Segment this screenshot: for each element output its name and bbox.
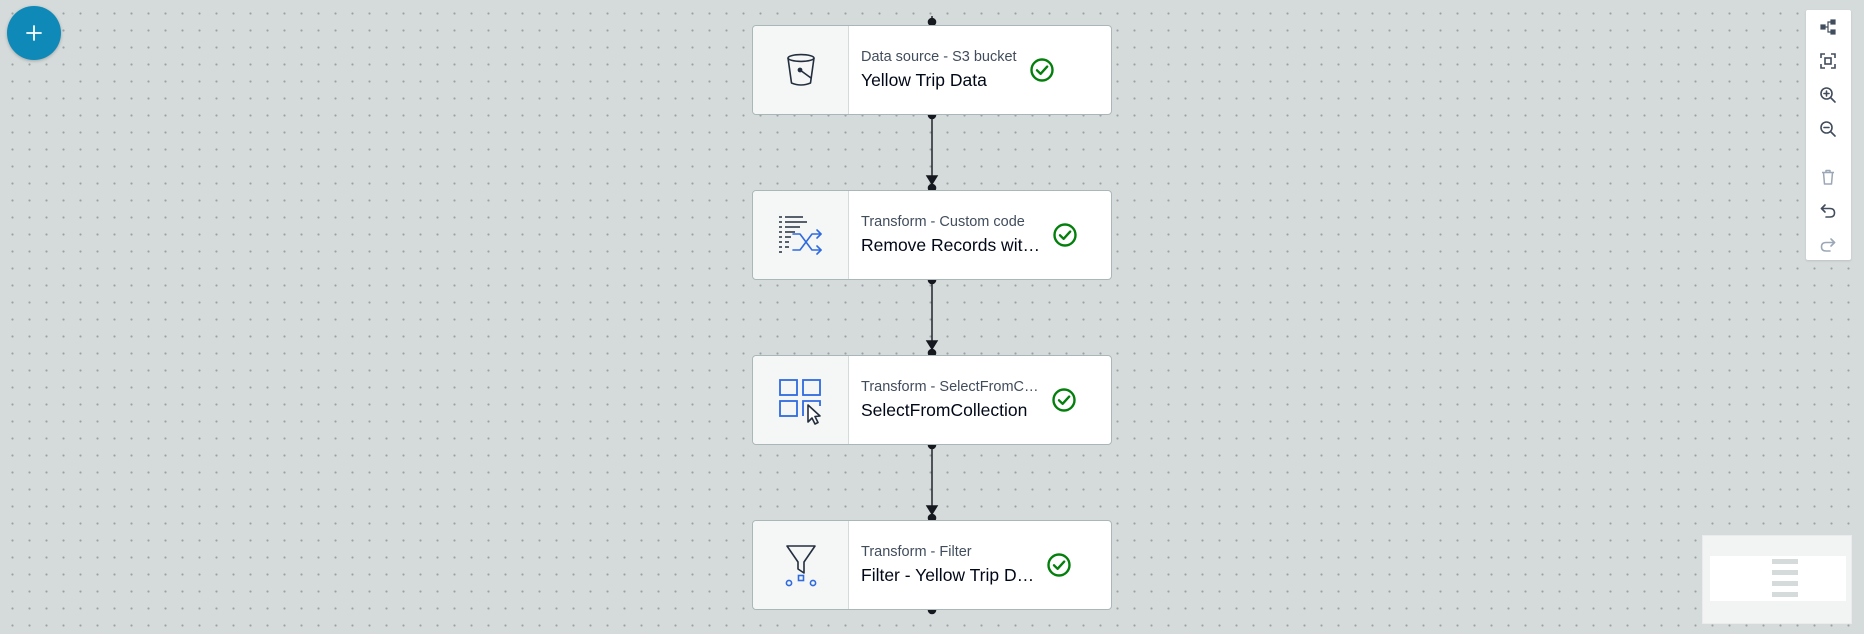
zoom-in-button[interactable] (1817, 84, 1839, 106)
node-type-label: Transform - Filter (861, 544, 972, 560)
zoom-out-button[interactable] (1817, 118, 1839, 140)
bucket-icon (786, 53, 815, 86)
delete-icon (1822, 169, 1834, 185)
fit-view-icon (1820, 53, 1836, 69)
zoom-in-icon (1820, 87, 1836, 103)
minimap-node (1772, 581, 1798, 586)
canvas-toolbar (1806, 10, 1851, 260)
minimap-node (1772, 592, 1798, 597)
fit-view-button[interactable] (1817, 50, 1839, 72)
zoom-out-icon (1820, 121, 1836, 137)
undo-button[interactable] (1817, 200, 1839, 222)
success-status-icon (1047, 553, 1071, 577)
filter-icon (785, 545, 816, 587)
custom-code-icon (778, 216, 822, 255)
node-icon-panel (753, 26, 849, 114)
success-status-icon (1051, 388, 1076, 412)
connector-arrow (925, 340, 939, 351)
select-from-collection-icon (778, 379, 821, 425)
minimap-node (1772, 559, 1798, 564)
undo-icon (1820, 204, 1836, 218)
layout-button[interactable] (1817, 16, 1839, 38)
node-icon-panel (753, 521, 849, 609)
node-name: Yellow Trip Data (861, 70, 987, 90)
add-node-button[interactable] (7, 6, 61, 60)
redo-button[interactable] (1817, 234, 1839, 256)
node-icon-panel (753, 191, 849, 279)
minimap-node (1772, 570, 1798, 575)
layout-icon (1820, 19, 1836, 35)
canvas-minimap[interactable] (1702, 535, 1852, 624)
node-name: SelectFromCollection (861, 400, 1028, 420)
redo-icon (1820, 238, 1836, 252)
node-name: Remove Records wit… (861, 235, 1040, 255)
node-filter-transform[interactable]: Transform - Filter Filter - Yellow Trip … (752, 520, 1112, 610)
node-select-from-collection-transform[interactable]: Transform - SelectFromC… SelectFromColle… (752, 355, 1112, 445)
node-icon-panel (753, 356, 849, 444)
node-type-label: Transform - SelectFromC… (861, 379, 1039, 395)
connector-arrow (925, 175, 939, 186)
node-custom-code-transform[interactable]: Transform - Custom code Remove Records w… (752, 190, 1112, 280)
success-status-icon (1053, 223, 1077, 247)
connector-arrow (925, 505, 939, 516)
node-type-label: Data source - S3 bucket (861, 49, 1017, 65)
minimap-viewport[interactable] (1710, 556, 1846, 601)
plus-icon (26, 25, 42, 41)
node-s3-data-source[interactable]: Data source - S3 bucket Yellow Trip Data (752, 25, 1112, 115)
success-status-icon (1029, 58, 1054, 82)
node-name: Filter - Yellow Trip D… (861, 565, 1035, 585)
delete-button[interactable] (1817, 166, 1839, 188)
node-type-label: Transform - Custom code (861, 214, 1025, 230)
